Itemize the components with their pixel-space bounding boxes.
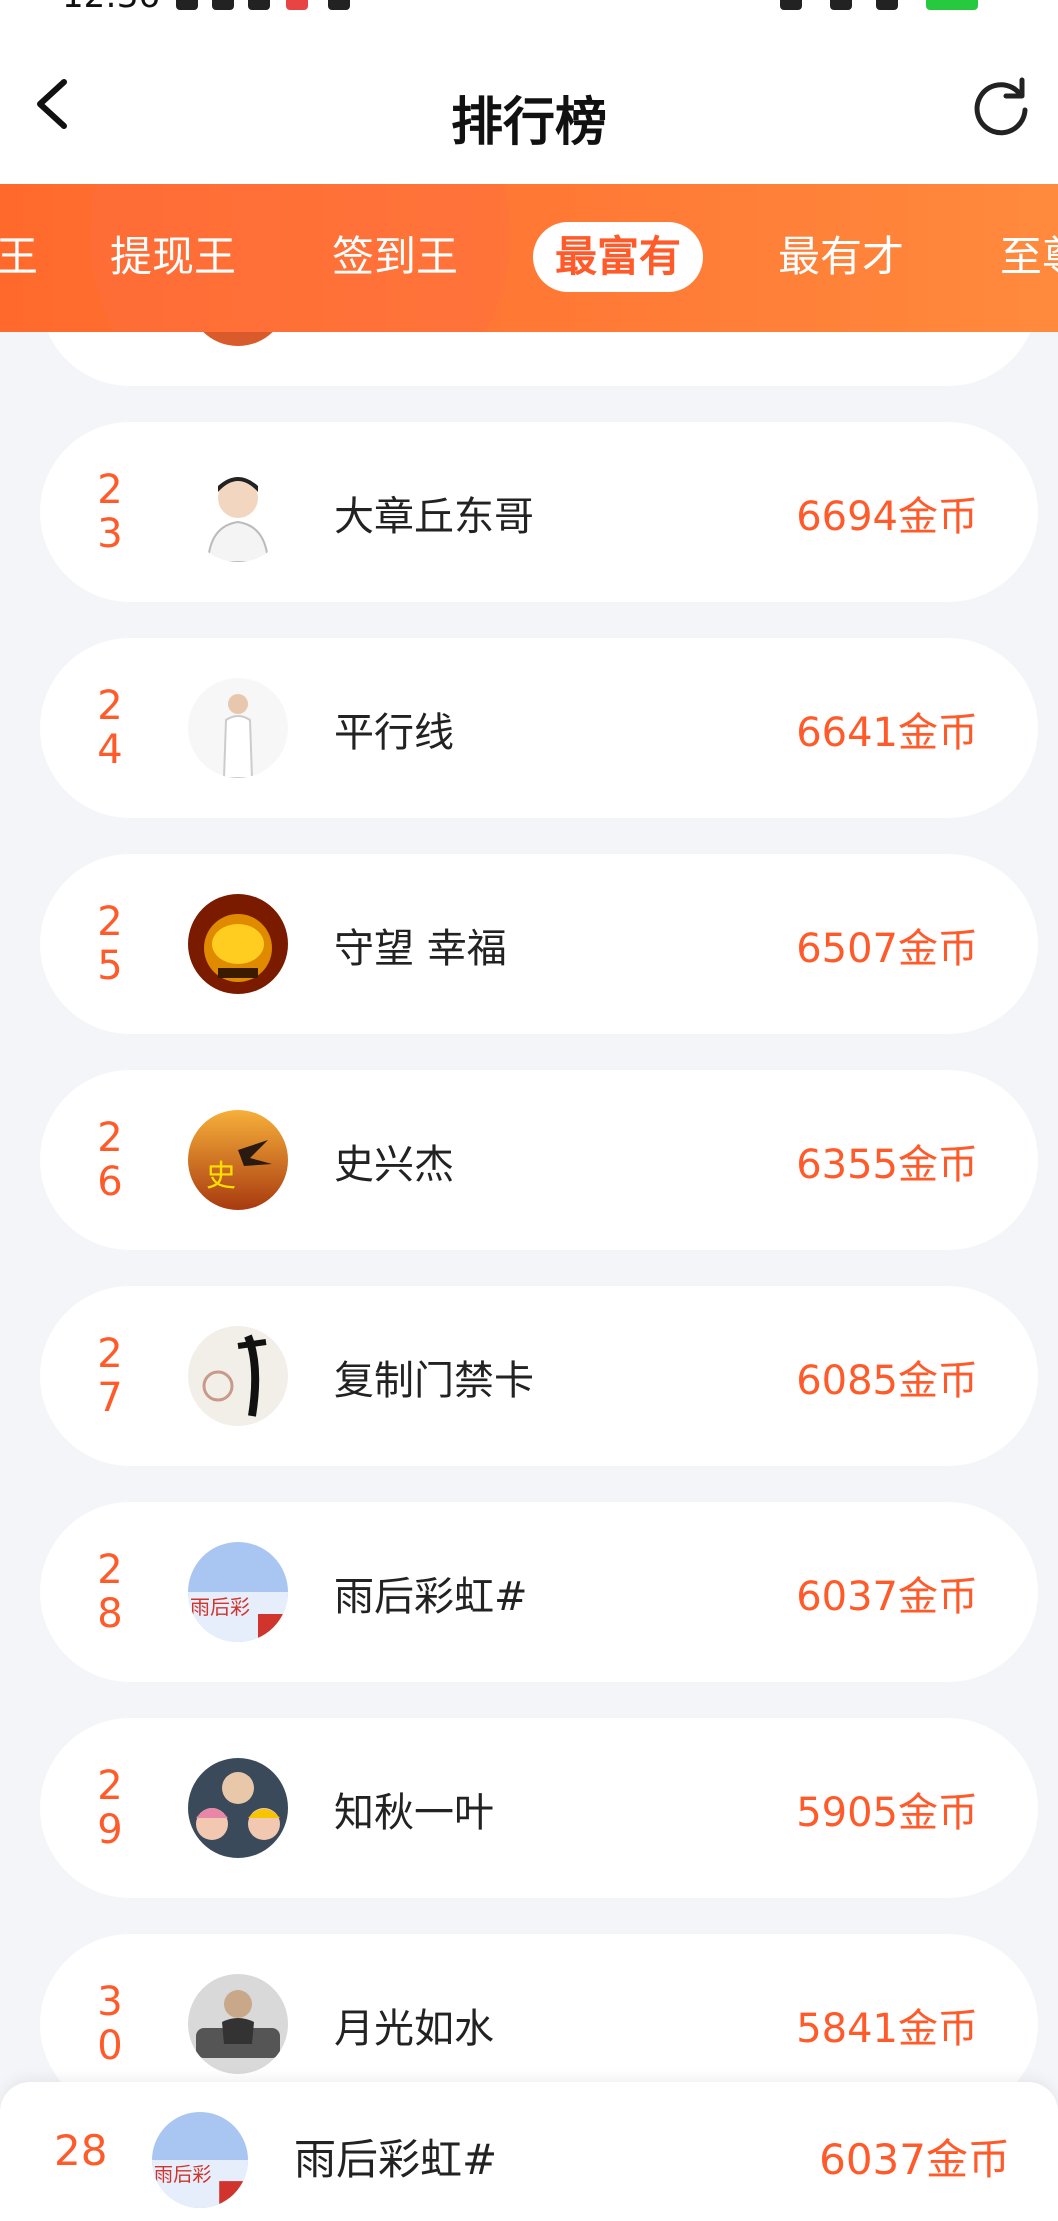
rank-number: 25 [97,899,123,989]
user-name: 复制门禁卡 [334,1358,534,1404]
notification-icon [176,0,198,10]
notification-icon [248,0,270,10]
avatar-overlay-text: 雨后彩 [190,1595,250,1619]
list-item[interactable]: 25 守望 幸福 6507金币 [40,854,1038,1034]
list-item[interactable]: 23 大章丘东哥 6694金币 [40,422,1038,602]
user-name: 平行线 [334,710,454,756]
tab-checkin-king[interactable]: 签到王 [332,222,458,292]
coin-amount: 6085金币 [796,1358,978,1404]
rank-number: 22 [92,332,128,340]
page-title: 排行榜 [450,93,607,153]
coin-amount: 6355金币 [796,1142,978,1188]
coin-amount: 6037金币 [796,1574,978,1620]
network-icon [780,0,802,10]
my-avatar: 雨后彩 [152,2112,248,2208]
ranking-list: 22 23 大章丘东哥 6694金币 24 平行线 6641金币 [0,332,1058,2082]
rank-number: 28 [97,1547,123,1637]
user-name: 大章丘东哥 [334,494,534,540]
avatar: 史 [188,1110,288,1210]
avatar [188,1326,288,1426]
list-item[interactable]: 29 知秋一叶 5905金币 [40,1718,1038,1898]
user-name: 雨后彩虹# [334,1574,528,1620]
tab-partial-left[interactable]: 王 [0,222,38,292]
refresh-button[interactable] [970,74,1034,138]
avatar [188,332,288,346]
user-name: 月光如水 [334,2006,494,2052]
app-header: 排行榜 [0,20,1058,184]
coin-amount: 6641金币 [796,710,978,756]
tab-richest[interactable]: 最富有 [533,222,704,292]
battery-icon [926,0,978,10]
rank-number: 29 [97,1763,123,1853]
refresh-icon [974,77,1028,136]
status-bar: 12:36 [0,0,1058,20]
avatar [188,1758,288,1858]
coin-amount: 6694金币 [796,494,978,540]
notification-icon [286,0,308,10]
tab-most-talented[interactable]: 最有才 [778,222,904,292]
status-time: 12:36 [62,0,160,16]
my-coin-amount: 6037金币 [819,2135,1010,2184]
list-item[interactable]: 30 月光如水 5841金币 [40,1934,1038,2082]
phone-icon [328,0,350,10]
avatar-overlay-text: 史 [206,1159,236,1194]
rank-number: 30 [97,1979,123,2069]
list-item[interactable]: 26 史 史兴杰 6355金币 [40,1070,1038,1250]
user-name: 知秋一叶 [334,1790,494,1836]
wifi-icon [876,0,898,10]
avatar [188,1974,288,2074]
coin-amount: 5841金币 [796,2006,978,2052]
avatar-overlay-text: 雨后彩 [154,2163,212,2186]
avatar [188,894,288,994]
list-item[interactable]: 22 [40,332,1038,386]
list-item[interactable]: 24 平行线 6641金币 [40,638,1038,818]
list-item[interactable]: 28 雨后彩 雨后彩虹# 6037金币 [40,1502,1038,1682]
avatar [188,462,288,562]
my-rank-number: 28 [54,2126,108,2175]
list-item[interactable]: 27 复制门禁卡 6085金币 [40,1286,1038,1466]
user-name: 史兴杰 [334,1142,454,1188]
avatar [188,678,288,778]
my-user-name: 雨后彩虹# [294,2135,498,2184]
coin-amount: 5905金币 [796,1790,978,1836]
rank-number: 23 [97,467,123,557]
signal-icon [830,0,852,10]
notification-icon [212,0,234,10]
rank-number: 24 [97,683,123,773]
tab-partial-right[interactable]: 至尊 [1000,222,1058,292]
avatar: 雨后彩 [188,1542,288,1642]
my-rank-bar[interactable]: 28 雨后彩 雨后彩虹# 6037金币 [0,2082,1058,2221]
category-tabs: 王 提现王 签到王 最富有 最有才 至尊 [0,184,1058,332]
rank-number: 27 [97,1331,123,1421]
coin-amount: 6507金币 [796,926,978,972]
tab-withdraw-king[interactable]: 提现王 [110,222,236,292]
rank-number: 26 [97,1115,123,1205]
user-name: 守望 幸福 [334,926,507,972]
